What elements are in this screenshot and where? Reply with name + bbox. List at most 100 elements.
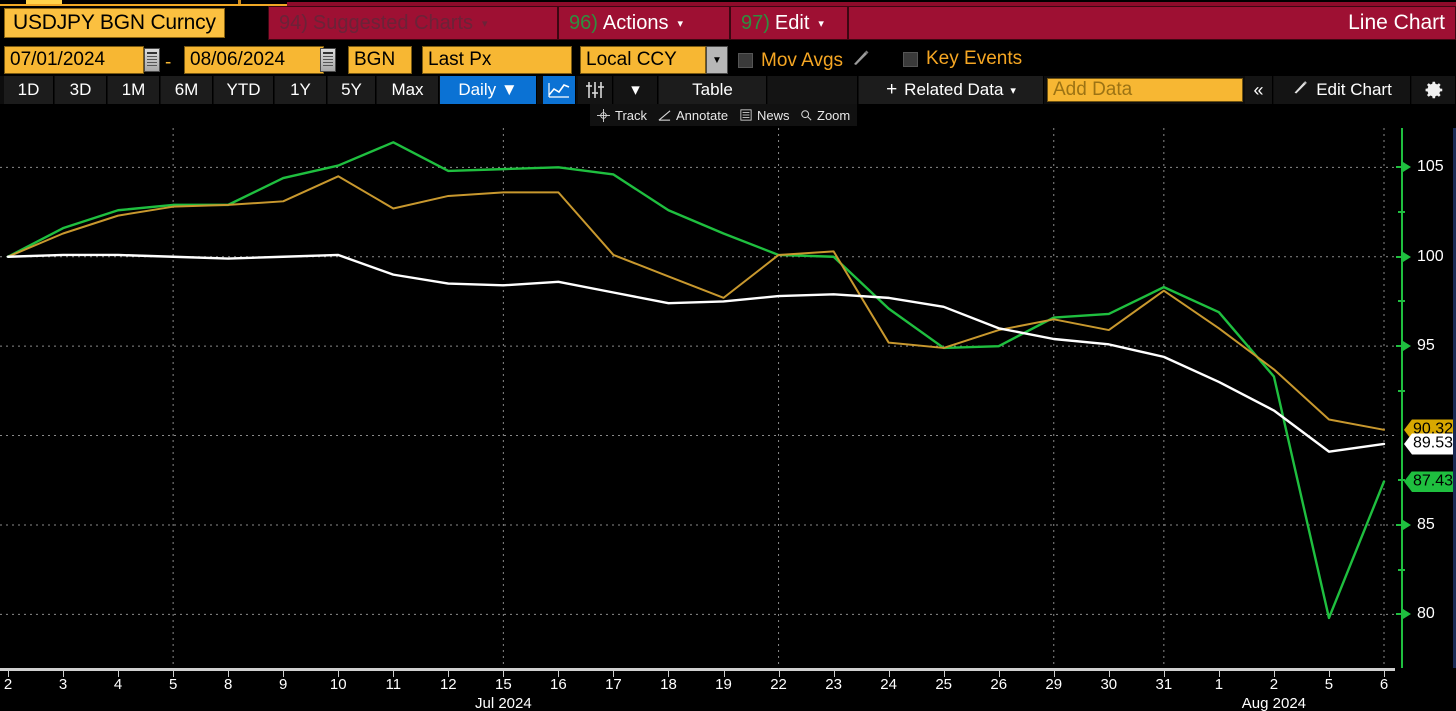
track-tool[interactable]: Track	[590, 104, 655, 126]
price-tag-green: 87.43	[1404, 471, 1456, 492]
range-button-ytd[interactable]: YTD	[214, 76, 274, 104]
date-tick-label: 5	[169, 676, 177, 693]
date-tick-label: 2	[1270, 676, 1278, 693]
mov-avgs-toggle[interactable]: Mov Avgs	[738, 48, 871, 73]
date-tick-label: 30	[1100, 676, 1117, 693]
gear-icon[interactable]	[1412, 76, 1456, 104]
date-axis: 2345891011121516171819222324252629303112…	[0, 668, 1395, 711]
edit-chart-button[interactable]: Edit Chart	[1274, 76, 1411, 104]
ticker-field[interactable]: USDJPY BGN Curncy	[4, 8, 225, 38]
range-button-1y[interactable]: 1Y	[275, 76, 327, 104]
price-axis[interactable]: 105100958580 90.3289.5387.43	[1395, 128, 1456, 668]
calendar-icon-to[interactable]	[320, 48, 336, 72]
related-data-label: Related Data	[904, 80, 1003, 100]
zoom-label: Zoom	[817, 108, 850, 123]
date-tick-label: 23	[825, 676, 842, 693]
periodicity-dropdown[interactable]: Daily ▼	[440, 76, 537, 104]
news-icon	[740, 109, 752, 121]
date-tick-label: 16	[550, 676, 567, 693]
date-tick-label: 2	[4, 676, 12, 693]
date-tick-label: 22	[770, 676, 787, 693]
chart-plot-area[interactable]	[0, 128, 1395, 668]
date-tick-label: 4	[114, 676, 122, 693]
price-type-input[interactable]: Last Px	[422, 46, 572, 74]
currency-dropdown-button[interactable]: ▼	[706, 46, 728, 74]
chevron-down-icon: ▾	[818, 17, 824, 30]
pencil-icon[interactable]	[851, 48, 871, 73]
price-tick-arrow	[1403, 252, 1411, 262]
date-tick-label: 26	[990, 676, 1007, 693]
chart-svg	[0, 128, 1395, 668]
price-tick-arrow	[1403, 520, 1411, 530]
related-data-button[interactable]: + Related Data ▾	[859, 76, 1044, 104]
collapse-button[interactable]: «	[1245, 76, 1273, 104]
price-tick-arrow	[1403, 609, 1411, 619]
track-label: Track	[615, 108, 647, 123]
range-button-1d[interactable]: 1D	[4, 76, 54, 104]
checkbox-icon[interactable]	[903, 52, 918, 67]
key-events-toggle[interactable]: Key Events	[903, 48, 1022, 70]
annotate-tool[interactable]: Annotate	[651, 104, 736, 126]
key-events-label: Key Events	[926, 48, 1022, 70]
parameters-row: 07/01/2024 - 08/06/2024 BGN Last Px Loca…	[0, 44, 1456, 76]
news-tool[interactable]: News	[733, 104, 798, 126]
checkbox-icon[interactable]	[738, 53, 753, 68]
line-chart-icon[interactable]	[543, 76, 576, 104]
price-tick-label: 100	[1417, 248, 1444, 266]
price-tick-label: 105	[1417, 158, 1444, 176]
date-tick-label: 11	[385, 676, 401, 693]
chevron-down-icon: ▾	[1010, 84, 1016, 97]
annotate-label: Annotate	[676, 108, 728, 123]
edit-chart-label: Edit Chart	[1316, 80, 1392, 100]
mov-avgs-label: Mov Avgs	[761, 50, 843, 72]
table-button[interactable]: Table	[659, 76, 767, 104]
date-from-input[interactable]: 07/01/2024	[4, 46, 144, 74]
date-tick-label: 5	[1325, 676, 1333, 693]
date-range-dash: -	[165, 52, 171, 74]
date-tick-label: 12	[440, 676, 457, 693]
date-tick-label: 18	[660, 676, 677, 693]
price-tick	[1398, 211, 1405, 213]
date-tick-label: 15	[495, 676, 512, 693]
date-tick-label: 6	[1380, 676, 1388, 693]
angle-icon	[658, 109, 671, 122]
date-to-input[interactable]: 08/06/2024	[184, 46, 324, 74]
top-sliver-yellow	[26, 0, 62, 4]
markers-icon[interactable]	[578, 76, 613, 104]
menu-label: Actions	[603, 12, 669, 35]
range-button-1m[interactable]: 1M	[108, 76, 160, 104]
range-button-3d[interactable]: 3D	[55, 76, 107, 104]
news-label: News	[757, 108, 790, 123]
price-axis-line	[1401, 128, 1403, 668]
plus-icon: +	[886, 79, 897, 101]
crosshair-icon	[597, 109, 610, 122]
menu-number: 94)	[279, 12, 308, 35]
chevron-down-icon: ▾	[482, 17, 488, 30]
source-input[interactable]: BGN	[348, 46, 412, 74]
price-tick-arrow	[1403, 341, 1411, 351]
price-tick	[1398, 479, 1405, 481]
add-data-input[interactable]: Add Data	[1047, 78, 1243, 102]
range-button-max[interactable]: Max	[377, 76, 439, 104]
menu-number: 97)	[741, 12, 770, 35]
menu-number: 96)	[569, 12, 598, 35]
menu-suggested-charts[interactable]: 94) Suggested Charts ▾	[268, 6, 558, 40]
range-button-5y[interactable]: 5Y	[328, 76, 376, 104]
chart-type-more-button[interactable]: ▾	[614, 76, 658, 104]
calendar-icon-from[interactable]	[144, 48, 160, 72]
month-label: Aug 2024	[1242, 695, 1306, 711]
currency-input[interactable]: Local CCY	[580, 46, 706, 74]
zoom-tool[interactable]: Zoom	[793, 104, 857, 126]
menu-edit[interactable]: 97) Edit ▾	[730, 6, 848, 40]
chart-toolbar: 1D 3D 1M 6M YTD 1Y 5Y Max Daily ▼	[0, 76, 1456, 104]
date-tick-label: 31	[1155, 676, 1172, 693]
date-tick-label: 9	[279, 676, 287, 693]
price-tick	[1398, 390, 1405, 392]
range-button-6m[interactable]: 6M	[161, 76, 213, 104]
price-tick-label: 85	[1417, 516, 1435, 534]
price-tag-white: 89.53	[1404, 433, 1456, 454]
date-tick-label: 8	[224, 676, 232, 693]
date-axis-line	[0, 668, 1395, 671]
chevron-down-icon: ▾	[678, 17, 684, 30]
menu-actions[interactable]: 96) Actions ▾	[558, 6, 730, 40]
